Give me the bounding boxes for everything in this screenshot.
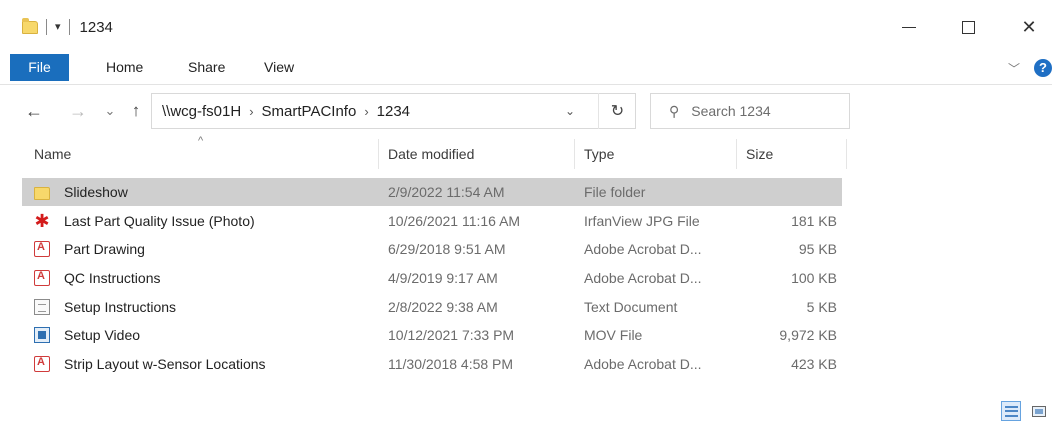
back-button[interactable]: ← bbox=[22, 93, 46, 129]
breadcrumb-separator-icon[interactable]: › bbox=[249, 104, 253, 119]
file-type: Adobe Acrobat D... bbox=[584, 356, 702, 372]
file-name: Setup Instructions bbox=[64, 299, 177, 315]
file-date: 10/26/2021 11:16 AM bbox=[388, 213, 521, 229]
file-name: Last Part Quality Issue (Photo) bbox=[64, 213, 255, 229]
chevron-down-icon: ⌄ bbox=[104, 103, 116, 118]
column-header-type[interactable]: Type bbox=[584, 133, 614, 173]
file-name: Slideshow bbox=[64, 184, 128, 200]
column-header-size[interactable]: Size bbox=[746, 133, 773, 173]
text-document-icon bbox=[34, 299, 50, 315]
tab-home[interactable]: Home bbox=[106, 54, 143, 81]
minimize-button[interactable] bbox=[894, 14, 924, 40]
close-button[interactable]: ✕ bbox=[1014, 14, 1044, 40]
file-row-setup-instructions[interactable]: Setup Instructions 2/8/2022 9:38 AM Text… bbox=[22, 293, 842, 321]
video-file-icon bbox=[34, 327, 50, 343]
file-row-setup-video[interactable]: Setup Video 10/12/2021 7:33 PM MOV File … bbox=[22, 321, 842, 349]
pdf-icon bbox=[34, 270, 50, 286]
file-type: MOV File bbox=[584, 327, 643, 343]
close-icon: ✕ bbox=[1021, 16, 1037, 37]
large-icons-view-icon bbox=[1032, 405, 1046, 417]
search-placeholder: Search 1234 bbox=[691, 103, 771, 119]
separator bbox=[68, 19, 70, 35]
file-row-slideshow[interactable]: Slideshow 2/9/2022 11:54 AM File folder bbox=[22, 178, 842, 206]
file-date: 2/8/2022 9:38 AM bbox=[388, 299, 498, 315]
up-button[interactable]: ↑ bbox=[126, 93, 146, 129]
breadcrumb-smartpacinfo[interactable]: SmartPACInfo bbox=[262, 103, 357, 120]
back-arrow-icon: ← bbox=[25, 100, 43, 121]
file-size: 100 KB bbox=[791, 270, 837, 286]
details-view-icon bbox=[1004, 405, 1018, 417]
separator bbox=[46, 19, 47, 35]
file-name: Part Drawing bbox=[64, 241, 145, 257]
maximize-button[interactable] bbox=[953, 14, 983, 40]
file-name: Setup Video bbox=[64, 327, 141, 343]
maximize-icon bbox=[961, 20, 975, 34]
column-divider[interactable] bbox=[378, 139, 379, 169]
file-size: 181 KB bbox=[791, 213, 837, 229]
file-date: 4/9/2019 9:17 AM bbox=[388, 270, 498, 286]
file-type: Adobe Acrobat D... bbox=[584, 270, 702, 286]
file-row-part-drawing[interactable]: Part Drawing 6/29/2018 9:51 AM Adobe Acr… bbox=[22, 235, 842, 263]
minimize-icon bbox=[902, 26, 916, 28]
navigation-bar: ← → ⌄ ↑ \\wcg-fs01H › SmartPACInfo › 123… bbox=[0, 93, 1052, 129]
file-type: File folder bbox=[584, 184, 646, 200]
file-date: 10/12/2021 7:33 PM bbox=[388, 327, 515, 343]
ribbon-expand-icon[interactable]: ﹀ bbox=[1008, 60, 1020, 77]
refresh-icon: ↻ bbox=[610, 103, 625, 120]
file-name: Strip Layout w-Sensor Locations bbox=[64, 356, 266, 372]
breadcrumb-separator-icon[interactable]: › bbox=[364, 104, 368, 119]
column-divider[interactable] bbox=[736, 139, 737, 169]
file-type: IrfanView JPG File bbox=[584, 213, 700, 229]
pdf-icon bbox=[34, 241, 50, 257]
breadcrumb-1234[interactable]: 1234 bbox=[377, 103, 410, 120]
search-icon: ⚲ bbox=[669, 102, 680, 119]
column-header-name[interactable]: Name bbox=[34, 133, 71, 173]
file-date: 2/9/2022 11:54 AM bbox=[388, 184, 505, 200]
large-icons-view-button[interactable] bbox=[1029, 401, 1049, 421]
pdf-icon bbox=[34, 356, 50, 372]
file-size: 423 KB bbox=[791, 356, 837, 372]
irfanview-jpg-icon: ✱ bbox=[34, 211, 50, 231]
tab-share[interactable]: Share bbox=[188, 54, 225, 81]
file-type: Text Document bbox=[584, 299, 678, 315]
column-header-date-modified[interactable]: Date modified bbox=[388, 133, 474, 173]
file-size: 95 KB bbox=[798, 241, 837, 257]
search-input[interactable]: ⚲ Search 1234 bbox=[650, 93, 850, 129]
column-headers: Name Date modified Type Size bbox=[0, 133, 1052, 173]
forward-arrow-icon: → bbox=[69, 100, 87, 121]
window-title: 1234 bbox=[79, 18, 113, 36]
refresh-button[interactable]: ↻ bbox=[598, 93, 636, 129]
file-row-last-part-quality-issue[interactable]: ✱ Last Part Quality Issue (Photo) 10/26/… bbox=[22, 207, 842, 235]
tab-file[interactable]: File bbox=[10, 54, 69, 81]
details-view-button[interactable] bbox=[1001, 401, 1021, 421]
folder-icon bbox=[34, 187, 50, 200]
up-arrow-icon: ↑ bbox=[131, 101, 141, 120]
quick-access-dropdown-icon[interactable]: ▾ bbox=[55, 21, 61, 33]
file-date: 6/29/2018 9:51 AM bbox=[388, 241, 506, 257]
chevron-down-icon: ⌄ bbox=[564, 104, 576, 118]
file-type: Adobe Acrobat D... bbox=[584, 241, 702, 257]
ribbon-divider bbox=[0, 84, 1052, 85]
column-divider[interactable] bbox=[574, 139, 575, 169]
address-dropdown-button[interactable]: ⌄ bbox=[555, 93, 585, 129]
forward-button[interactable]: → bbox=[66, 93, 90, 129]
file-row-qc-instructions[interactable]: QC Instructions 4/9/2019 9:17 AM Adobe A… bbox=[22, 264, 842, 292]
folder-icon bbox=[22, 17, 38, 34]
ribbon: File Home Share View ﹀ ? bbox=[0, 54, 1052, 81]
file-size: 9,972 KB bbox=[779, 327, 837, 343]
tab-view[interactable]: View bbox=[264, 54, 294, 81]
file-name: QC Instructions bbox=[64, 270, 161, 286]
help-icon[interactable]: ? bbox=[1034, 59, 1052, 77]
recent-locations-button[interactable]: ⌄ bbox=[102, 93, 118, 129]
file-date: 11/30/2018 4:58 PM bbox=[388, 356, 514, 372]
file-size: 5 KB bbox=[806, 299, 837, 315]
breadcrumb-server[interactable]: \\wcg-fs01H bbox=[162, 103, 241, 120]
column-divider[interactable] bbox=[846, 139, 847, 169]
quick-access-toolbar: ▾ 1234 bbox=[22, 14, 113, 40]
title-bar: ▾ 1234 ✕ bbox=[0, 0, 1052, 54]
file-row-strip-layout[interactable]: Strip Layout w-Sensor Locations 11/30/20… bbox=[22, 350, 842, 378]
